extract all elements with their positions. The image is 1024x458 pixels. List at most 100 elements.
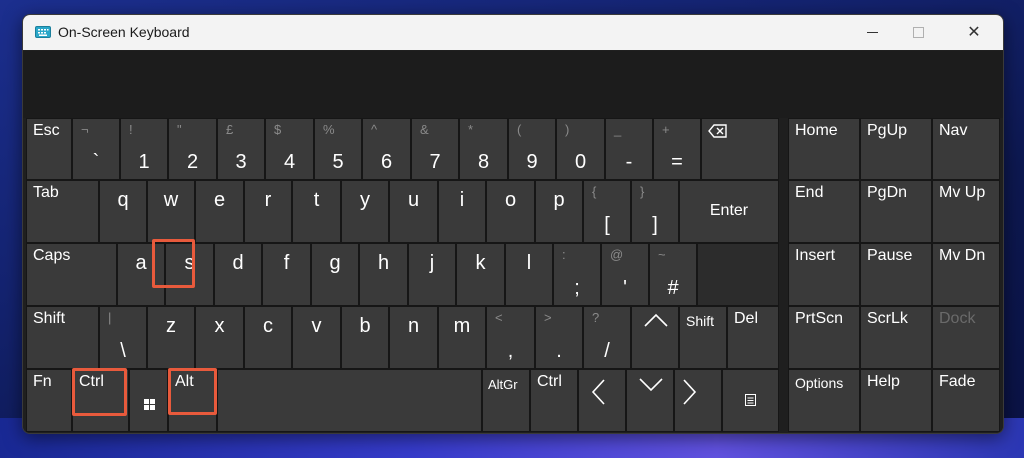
key-char: 3 — [235, 151, 247, 173]
key-shift-right[interactable]: Shift — [679, 306, 727, 369]
key-l[interactable]: l — [505, 243, 553, 306]
shift-char: ? — [592, 310, 600, 325]
key-windows[interactable] — [129, 369, 168, 432]
key-pgup[interactable]: PgUp — [860, 118, 932, 180]
key-backslash[interactable]: | \ — [99, 306, 147, 369]
key-tab[interactable]: Tab — [26, 180, 99, 243]
key-minus[interactable]: _ - — [605, 118, 653, 180]
key-b[interactable]: b — [341, 306, 389, 369]
maximize-icon — [912, 27, 924, 38]
key-5[interactable]: % 5 — [314, 118, 362, 180]
key-g[interactable]: g — [311, 243, 359, 306]
key-1[interactable]: ! 1 — [120, 118, 168, 180]
key-caps[interactable]: Caps — [26, 243, 117, 306]
key-fade[interactable]: Fade — [932, 369, 1000, 432]
key-period[interactable]: >. — [535, 306, 583, 369]
key-p[interactable]: p — [535, 180, 583, 243]
key-prtscn[interactable]: PrtScn — [788, 306, 860, 369]
key-label: Mv Dn — [939, 247, 986, 264]
key-s[interactable]: s — [165, 243, 214, 306]
key-equals[interactable]: + = — [653, 118, 701, 180]
key-options[interactable]: Options — [788, 369, 860, 432]
key-right[interactable] — [674, 369, 722, 432]
key-y[interactable]: y — [341, 180, 389, 243]
key-q[interactable]: q — [99, 180, 147, 243]
key-2[interactable]: " 2 — [168, 118, 217, 180]
key-mv-up[interactable]: Mv Up — [932, 180, 1000, 243]
key-shift-left[interactable]: Shift — [26, 306, 99, 369]
key-insert[interactable]: Insert — [788, 243, 860, 306]
key-end[interactable]: End — [788, 180, 860, 243]
key-pgdn[interactable]: PgDn — [860, 180, 932, 243]
minimize-button[interactable] — [849, 15, 895, 50]
key-label: PrtScn — [795, 310, 844, 327]
key-char: d — [232, 252, 244, 274]
key-pause[interactable]: Pause — [860, 243, 932, 306]
key-left[interactable] — [578, 369, 626, 432]
key-x[interactable]: x — [195, 306, 244, 369]
key-comma[interactable]: <, — [486, 306, 535, 369]
key-f[interactable]: f — [262, 243, 311, 306]
key-0[interactable]: ) 0 — [556, 118, 605, 180]
key-w[interactable]: w — [147, 180, 195, 243]
window-title: On-Screen Keyboard — [58, 24, 190, 40]
shift-char: ^ — [371, 122, 378, 137]
key-space[interactable] — [217, 369, 482, 432]
key-enter[interactable]: Enter — [679, 180, 779, 243]
key-k[interactable]: k — [456, 243, 505, 306]
key-a[interactable]: a — [117, 243, 165, 306]
key-down[interactable] — [626, 369, 674, 432]
key-altgr[interactable]: AltGr — [482, 369, 530, 432]
key-7[interactable]: & 7 — [411, 118, 459, 180]
key-ctrl-right[interactable]: Ctrl — [530, 369, 578, 432]
key-h[interactable]: h — [359, 243, 408, 306]
key-left-bracket[interactable]: {[ — [583, 180, 631, 243]
key-menu[interactable] — [722, 369, 779, 432]
close-button[interactable]: ✕ — [951, 15, 997, 50]
key-ctrl-left[interactable]: Ctrl — [72, 369, 129, 432]
key-r[interactable]: r — [244, 180, 292, 243]
key-backtick[interactable]: ¬ ` — [72, 118, 120, 180]
key-3[interactable]: £3 — [217, 118, 265, 180]
key-label: Home — [795, 122, 838, 139]
key-i[interactable]: i — [438, 180, 486, 243]
key-help[interactable]: Help — [860, 369, 932, 432]
key-del[interactable]: Del — [727, 306, 779, 369]
key-z[interactable]: z — [147, 306, 195, 369]
maximize-button[interactable] — [895, 15, 941, 50]
key-j[interactable]: j — [408, 243, 456, 306]
key-4[interactable]: $4 — [265, 118, 314, 180]
key-apostrophe[interactable]: @ ' — [601, 243, 649, 306]
key-right-bracket[interactable]: }] — [631, 180, 679, 243]
key-e[interactable]: e — [195, 180, 244, 243]
key-nav[interactable]: Nav — [932, 118, 1000, 180]
key-scrlk[interactable]: ScrLk — [860, 306, 932, 369]
key-char: 6 — [380, 151, 393, 173]
key-enter-lower[interactable] — [697, 243, 779, 306]
key-o[interactable]: o — [486, 180, 535, 243]
key-char: a — [135, 252, 147, 274]
key-9[interactable]: (9 — [508, 118, 556, 180]
key-6[interactable]: ^ 6 — [362, 118, 411, 180]
key-fn[interactable]: Fn — [26, 369, 72, 432]
key-c[interactable]: c — [244, 306, 292, 369]
key-alt[interactable]: Alt — [168, 369, 217, 432]
key-d[interactable]: d — [214, 243, 262, 306]
key-v[interactable]: v — [292, 306, 341, 369]
key-esc[interactable]: Esc — [26, 118, 72, 180]
key-n[interactable]: n — [389, 306, 438, 369]
key-u[interactable]: u — [389, 180, 438, 243]
key-up[interactable] — [631, 306, 679, 369]
shift-char: £ — [226, 122, 234, 137]
key-t[interactable]: t — [292, 180, 341, 243]
key-8[interactable]: * 8 — [459, 118, 508, 180]
key-hash[interactable]: ~ # — [649, 243, 697, 306]
key-char: q — [117, 189, 129, 211]
key-mv-dn[interactable]: Mv Dn — [932, 243, 1000, 306]
key-slash[interactable]: ? / — [583, 306, 631, 369]
key-backspace[interactable] — [701, 118, 779, 180]
key-char: b — [359, 315, 371, 337]
key-m[interactable]: m — [438, 306, 486, 369]
key-semicolon[interactable]: :; — [553, 243, 601, 306]
key-home[interactable]: Home — [788, 118, 860, 180]
